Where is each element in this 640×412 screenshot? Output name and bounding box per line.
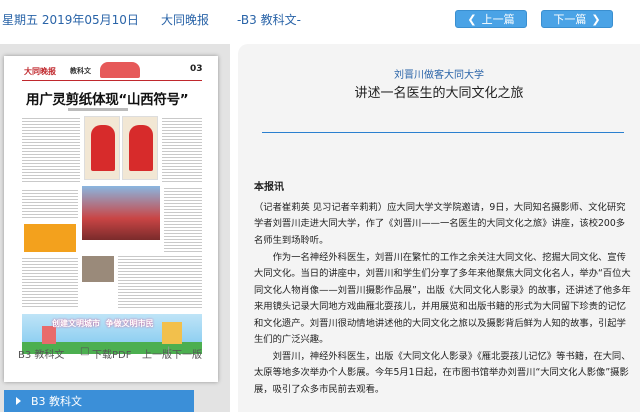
thumbnail-orange-graphic — [24, 224, 76, 252]
issue-date: 星期五 2019年05月10日 — [2, 13, 139, 27]
chevron-left-icon: ❮ — [467, 12, 477, 26]
thumbnail-page-no: 03 — [190, 64, 203, 74]
chevron-right-icon: ❯ — [591, 12, 601, 26]
thumbnail-papercut-image — [84, 116, 120, 180]
page-thumbnail[interactable]: 大同晚报 教科文 03 用广灵剪纸体现“山西符号” 创建文明城市 争做文明市民 — [4, 56, 218, 382]
page-name[interactable]: -B3 教科文- — [237, 11, 301, 28]
thumbnail-section: 教科文 — [70, 67, 91, 75]
thumbnail-text-column — [22, 188, 78, 218]
article-byline: 本报讯 — [254, 182, 284, 193]
thumbnail-headline: 用广灵剪纸体现“山西符号” — [26, 92, 189, 108]
article-paragraph: 刘晋川，神经外科医生，出版《大同文化人影录》《雁北耍孩儿记忆》等书籍，在大同、太… — [254, 351, 631, 395]
prev-article-label: 上一篇 — [481, 13, 515, 26]
thumbnail-photo — [82, 256, 114, 282]
prev-article-button[interactable]: ❮ 上一篇 — [455, 10, 527, 28]
next-page-link[interactable]: 下一版 — [172, 346, 202, 361]
next-article-button[interactable]: 下一篇 ❯ — [541, 10, 613, 28]
next-article-label: 下一篇 — [553, 13, 587, 26]
divider: | — [167, 346, 171, 357]
thumbnail-flower-graphic — [100, 62, 140, 78]
thumbnail-text-column — [22, 256, 78, 308]
section-item-label: B3 教科文 — [31, 395, 83, 408]
thumbnail-layout: 大同晚报 教科文 03 用广灵剪纸体现“山西符号” 创建文明城市 争做文明市民 — [4, 56, 218, 382]
thumbnail-text-column — [118, 254, 202, 310]
article-title: 讲述一名医生的大同文化之旅 — [354, 86, 524, 101]
thumbnail-papercut-image — [122, 116, 158, 180]
article-subtitle: 刘晋川做客大同大学 — [394, 70, 484, 81]
page-preview-panel: 大同晚报 教科文 03 用广灵剪纸体现“山西符号” 创建文明城市 争做文明市民 … — [0, 44, 230, 412]
thumbnail-masthead: 大同晚报 — [24, 67, 56, 76]
download-pdf-link[interactable]: 下载PDF — [92, 346, 131, 361]
pdf-icon: □ — [80, 346, 90, 357]
article-paragraph: （记者崔莉英 见习记者辛莉莉）应大同大学文学院邀请，9日，大同知名摄影师、文化研… — [254, 202, 626, 246]
thumbnail-caption-row: B3 教科文 □ 下载PDF 上一版 | 下一版 — [0, 346, 230, 361]
thumbnail-stage-photo — [82, 186, 160, 240]
article-paragraph: 作为一名神经外科医生，刘晋川在繁忙的工作之余关注大同文化、挖掘大同文化、宣传大同… — [254, 252, 631, 346]
thumbnail-header-rule — [22, 80, 202, 81]
thumbnail-text-column — [162, 116, 202, 182]
thumbnail-text-column — [22, 116, 80, 182]
triangle-right-icon — [16, 397, 21, 405]
article-panel: 刘晋川做客大同大学 讲述一名医生的大同文化之旅 本报讯 （记者崔莉英 见习记者辛… — [238, 44, 640, 412]
title-divider — [262, 132, 624, 133]
thumbnail-subline — [68, 108, 128, 111]
page-label: B3 教科文 — [18, 350, 65, 361]
section-item-b3[interactable]: B3 教科文 — [4, 390, 194, 412]
paper-name[interactable]: 大同晚报 — [161, 11, 209, 28]
thumbnail-banner-text: 创建文明城市 争做文明市民 — [52, 319, 154, 328]
top-bar: 星期五 2019年05月10日 大同晚报 -B3 教科文- ❮ 上一篇 下一篇 … — [0, 0, 640, 38]
